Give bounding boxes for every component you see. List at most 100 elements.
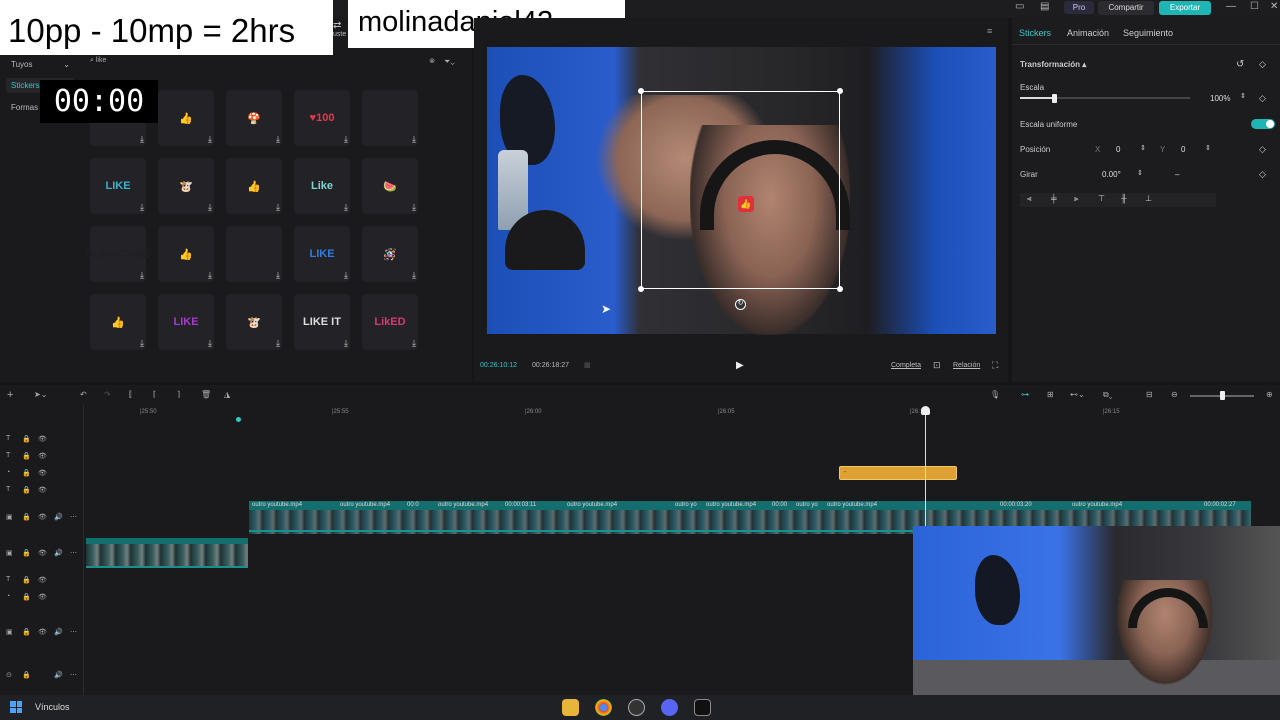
sticker-tile[interactable]: 👍 ⤓ [226, 158, 282, 214]
rotate-extra[interactable]: – [1175, 170, 1179, 179]
tab-animacion[interactable]: Animación [1067, 28, 1109, 38]
visibility-icon[interactable]: 👁 [38, 513, 47, 521]
trim-left-icon[interactable]: ⌈ [153, 390, 156, 399]
rotate-value[interactable]: 0.00° [1102, 170, 1121, 179]
download-icon[interactable]: ⤓ [276, 338, 280, 349]
align-left-icon[interactable]: ⫷ [1027, 194, 1032, 204]
visibility-icon[interactable]: 👁 [38, 576, 47, 584]
adjust-tab[interactable]: ⇄ uste [333, 20, 348, 44]
track-type-icon[interactable]: ▣ [6, 513, 13, 521]
visibility-icon[interactable]: 👁 [38, 628, 47, 636]
snap-icon[interactable]: ⊷⌄ [1070, 390, 1085, 399]
fit-icon[interactable]: ⊡ [933, 360, 941, 371]
download-icon[interactable]: ⤓ [208, 134, 212, 145]
track-type-icon[interactable]: T [6, 452, 10, 459]
lock-icon[interactable]: 🔒 [22, 435, 31, 443]
resize-handle-tr[interactable] [837, 88, 843, 94]
fullscreen-icon[interactable]: ⛶ [992, 360, 998, 371]
file-explorer-icon[interactable] [562, 699, 579, 716]
visibility-icon[interactable]: 👁 [38, 486, 47, 494]
track-type-icon[interactable]: T [6, 435, 10, 442]
sticker-tile[interactable]: LIKE ⤓ [158, 294, 214, 350]
mirror-icon[interactable]: ◮ [224, 390, 230, 399]
visibility-icon[interactable]: 👁 [38, 469, 47, 477]
grid-icon[interactable]: ▦ [584, 361, 591, 369]
resize-handle-tl[interactable] [638, 88, 644, 94]
playhead-handle[interactable] [921, 406, 930, 415]
play-button[interactable]: ▶ [736, 360, 744, 371]
download-icon[interactable]: ⤓ [140, 202, 144, 213]
fit-timeline-icon[interactable]: ⊟ [1146, 390, 1153, 399]
audio-icon[interactable]: 🔊 [54, 513, 63, 521]
uniform-scale-toggle[interactable] [1251, 119, 1275, 129]
lock-icon[interactable]: 🔒 [22, 486, 31, 494]
download-icon[interactable]: ⤓ [140, 270, 144, 281]
split-icon[interactable]: ⫿ [129, 390, 132, 400]
track-type-icon[interactable]: T [6, 576, 10, 583]
discord-icon[interactable] [661, 699, 678, 716]
maximize-icon[interactable]: ☐ [1250, 1, 1259, 12]
download-icon[interactable]: ⤓ [276, 134, 280, 145]
lock-icon[interactable]: 🔒 [22, 593, 31, 601]
download-icon[interactable]: ⤓ [276, 202, 280, 213]
lock-icon[interactable]: 🔒 [22, 513, 31, 521]
rotate-keyframe-icon[interactable]: ◇ [1259, 169, 1266, 180]
download-icon[interactable]: ⤓ [344, 202, 348, 213]
lock-icon[interactable]: 🔒 [22, 549, 31, 557]
audio-icon[interactable]: 🔊 [54, 671, 63, 679]
reset-icon[interactable]: ↺ [1236, 59, 1244, 70]
download-icon[interactable]: ⤓ [140, 338, 144, 349]
track-type-icon[interactable]: ⊙ [6, 671, 12, 679]
sticker-tile[interactable]: 👍 ⤓ [90, 294, 146, 350]
magnet-icon[interactable]: ⊶ [1021, 390, 1029, 399]
sticker-tile[interactable]: LIKE ⤓ [294, 226, 350, 282]
download-icon[interactable]: ⤓ [208, 338, 212, 349]
layout-icon[interactable]: ▭ [1015, 1, 1024, 12]
preview-menu-icon[interactable]: ≡ [987, 26, 992, 36]
export-button[interactable]: Exportar [1159, 1, 1211, 15]
sticker-tile[interactable]: 🍉 ⤓ [362, 158, 418, 214]
visibility-icon[interactable]: 👁 [38, 593, 47, 601]
chrome-icon[interactable] [595, 699, 612, 716]
scale-slider-knob[interactable] [1052, 94, 1057, 103]
more-icon[interactable]: ⋯ [70, 513, 77, 521]
clear-icon[interactable]: ⊗ [429, 57, 435, 65]
zoom-slider-knob[interactable] [1220, 391, 1225, 400]
sticker-tile[interactable]: 👍 ⤓ [158, 226, 214, 282]
more-icon[interactable]: ⋯ [70, 628, 77, 636]
resize-handle-br[interactable] [837, 286, 843, 292]
y-stepper[interactable]: ⇕ [1205, 144, 1211, 152]
scale-keyframe-icon[interactable]: ◇ [1259, 93, 1266, 104]
like-sticker[interactable]: 👍 [738, 196, 754, 212]
track-type-icon[interactable]: ▣ [6, 549, 13, 557]
visibility-icon[interactable]: 👁 [38, 435, 47, 443]
align-bottom-icon[interactable]: ⊥ [1145, 194, 1152, 203]
menu-icon[interactable]: ▤ [1040, 1, 1049, 12]
audio-icon[interactable]: 🔊 [54, 628, 63, 636]
visibility-icon[interactable]: 👁 [38, 452, 47, 460]
capcut-icon[interactable] [694, 699, 711, 716]
transform-section-title[interactable]: Transformación ▴ [1020, 60, 1086, 69]
sticker-selection-box[interactable] [641, 91, 840, 289]
download-icon[interactable]: ⤓ [344, 270, 348, 281]
tab-seguimiento[interactable]: Seguimiento [1123, 28, 1173, 38]
sticker-tile[interactable]: LIKE IT ⤓ [294, 294, 350, 350]
track-type-icon[interactable]: T [6, 486, 10, 493]
marker[interactable] [236, 417, 241, 422]
sticker-clip[interactable]: - [839, 466, 957, 480]
links-toolbar[interactable]: Vínculos [35, 702, 70, 712]
track-type-icon[interactable]: ◔ [6, 593, 10, 600]
secondary-video-clip[interactable] [86, 538, 248, 568]
visibility-icon[interactable]: 👁 [38, 549, 47, 557]
category-tuyos[interactable]: Tuyos ⌄ [6, 57, 74, 72]
link-icon[interactable]: ⊞ [1047, 390, 1054, 399]
download-icon[interactable]: ⤓ [412, 134, 416, 145]
lock-icon[interactable]: 🔒 [22, 452, 31, 460]
more-icon[interactable]: ⋯ [70, 671, 77, 679]
sticker-tile[interactable]: SUBSCRIBE ⤓ [86, 226, 150, 282]
download-icon[interactable]: ⤓ [412, 202, 416, 213]
position-keyframe-icon[interactable]: ◇ [1259, 144, 1266, 155]
aspect-ratio-button[interactable]: Relación [953, 362, 980, 369]
preview-axis-icon[interactable]: ⧉⌄ [1103, 390, 1113, 400]
scale-stepper[interactable]: ⇕ [1240, 92, 1246, 100]
